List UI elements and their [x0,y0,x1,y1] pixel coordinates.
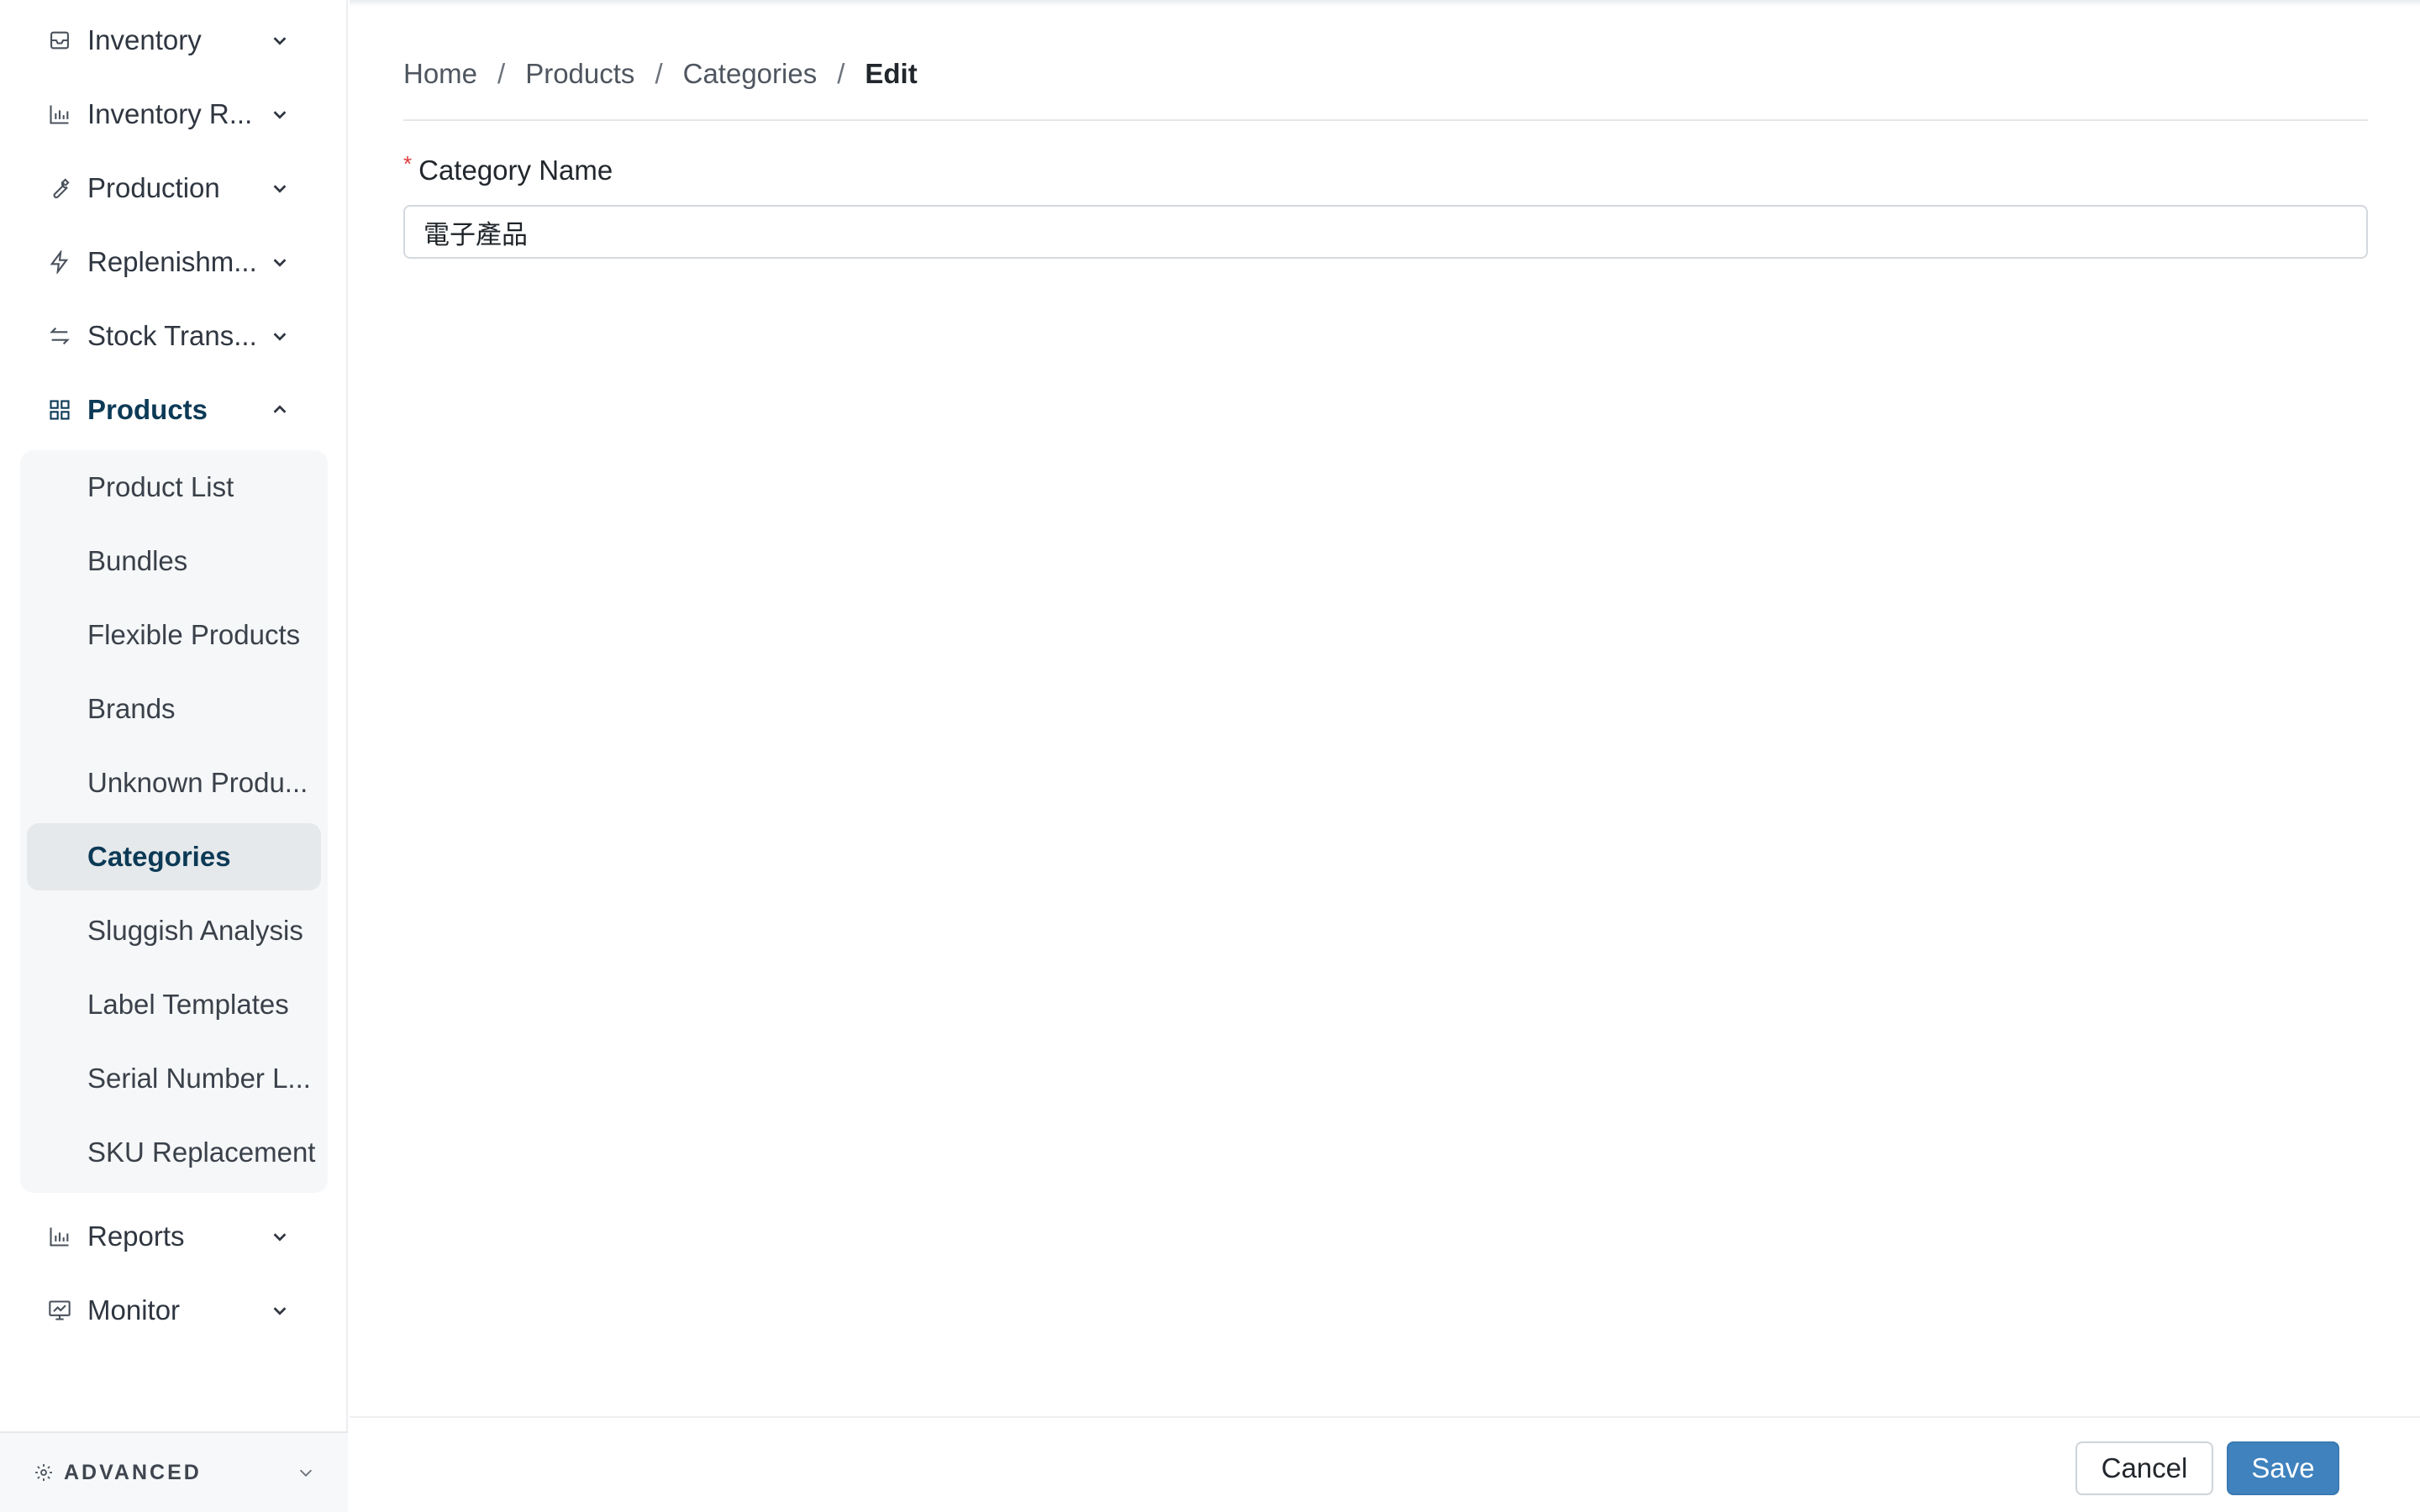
sidebar-item-monitor[interactable]: Monitor [0,1273,348,1347]
products-submenu: Product List Bundles Flexible Products B… [20,450,328,1193]
sidebar-item-label: Inventory [87,24,202,55]
submenu-item-label: Bundles [87,545,188,576]
sidebar-item-inventory-reports[interactable]: Inventory R... [0,77,348,151]
submenu-item-label: Unknown Produ... [87,767,308,798]
submenu-item-label: Flexible Products [87,619,301,650]
submenu-item-label-templates[interactable]: Label Templates [27,971,321,1038]
submenu-item-categories[interactable]: Categories [27,823,321,890]
main-content: Home / Products / Categories / Edit * Ca… [350,0,2420,1512]
chevron-down-icon [267,323,292,349]
submenu-item-label: Serial Number L... [87,1063,311,1094]
breadcrumb-categories[interactable]: Categories [683,58,818,90]
app-root: Inventory Inventory R... Production Repl… [0,0,2420,1512]
required-marker: * [403,151,413,176]
cancel-button[interactable]: Cancel [2075,1441,2213,1495]
inbox-icon [45,26,74,55]
advanced-toggle[interactable]: ADVANCED [0,1431,348,1512]
submenu-item-sku-replacement[interactable]: SKU Replacement [27,1119,321,1186]
chevron-down-icon [267,1224,292,1249]
wrench-icon [45,174,74,202]
submenu-item-serial-number[interactable]: Serial Number L... [27,1045,321,1112]
sidebar-item-replenishment[interactable]: Replenishm... [0,225,348,299]
sidebar-item-label: Reports [87,1221,185,1252]
sidebar-item-label: Monitor [87,1294,181,1326]
sidebar-item-reports[interactable]: Reports [0,1200,348,1273]
breadcrumb-separator: / [655,58,663,89]
sidebar-item-inventory[interactable]: Inventory [0,3,348,77]
submenu-item-label: Label Templates [87,989,289,1020]
monitor-icon [45,1296,74,1325]
form-footer: Cancel Save [350,1416,2420,1512]
header-divider [403,119,2368,121]
category-name-label: * Category Name [403,151,613,186]
submenu-item-label: Brands [87,693,176,724]
swap-icon [45,322,74,350]
chevron-down-icon [267,249,292,275]
chevron-down-icon [294,1461,318,1484]
chevron-down-icon [267,1298,292,1323]
chevron-up-icon [267,397,292,423]
sidebar-item-label: Replenishm... [87,246,257,277]
save-button[interactable]: Save [2227,1441,2339,1495]
submenu-item-bundles[interactable]: Bundles [27,528,321,595]
breadcrumb: Home / Products / Categories / Edit [403,55,918,92]
submenu-item-label: Product List [87,471,234,502]
breadcrumb-separator: / [837,58,845,89]
breadcrumb-products[interactable]: Products [525,58,634,90]
top-shadow [350,0,2420,7]
submenu-item-label: SKU Replacement [87,1137,316,1168]
gear-icon [32,1461,55,1484]
sidebar-item-label: Stock Trans... [87,320,257,351]
sidebar-item-products[interactable]: Products [0,373,348,447]
sidebar-item-production[interactable]: Production [0,151,348,225]
submenu-item-product-list[interactable]: Product List [27,454,321,521]
sidebar-item-label: Inventory R... [87,98,253,129]
sidebar-item-label: Products [87,394,208,425]
advanced-label: ADVANCED [64,1460,202,1484]
breadcrumb-home[interactable]: Home [403,58,477,90]
submenu-item-flexible-products[interactable]: Flexible Products [27,601,321,669]
submenu-item-label: Sluggish Analysis [87,915,303,946]
submenu-item-unknown-products[interactable]: Unknown Produ... [27,749,321,816]
lightning-icon [45,248,74,276]
chevron-down-icon [267,28,292,53]
breadcrumb-edit: Edit [865,58,918,89]
category-name-label-text: Category Name [418,155,613,186]
grid-icon [45,396,74,424]
bar-chart-icon [45,100,74,129]
submenu-item-brands[interactable]: Brands [27,675,321,743]
sidebar: Inventory Inventory R... Production Repl… [0,0,348,1512]
category-name-input[interactable] [403,205,2368,259]
sidebar-item-label: Production [87,172,220,203]
breadcrumb-separator: / [497,58,506,89]
submenu-item-sluggish-analysis[interactable]: Sluggish Analysis [27,897,321,964]
bar-chart-icon [45,1222,74,1251]
chevron-down-icon [267,176,292,201]
chevron-down-icon [267,102,292,127]
sidebar-item-stock-transfer[interactable]: Stock Trans... [0,299,348,373]
submenu-item-label: Categories [87,841,231,872]
